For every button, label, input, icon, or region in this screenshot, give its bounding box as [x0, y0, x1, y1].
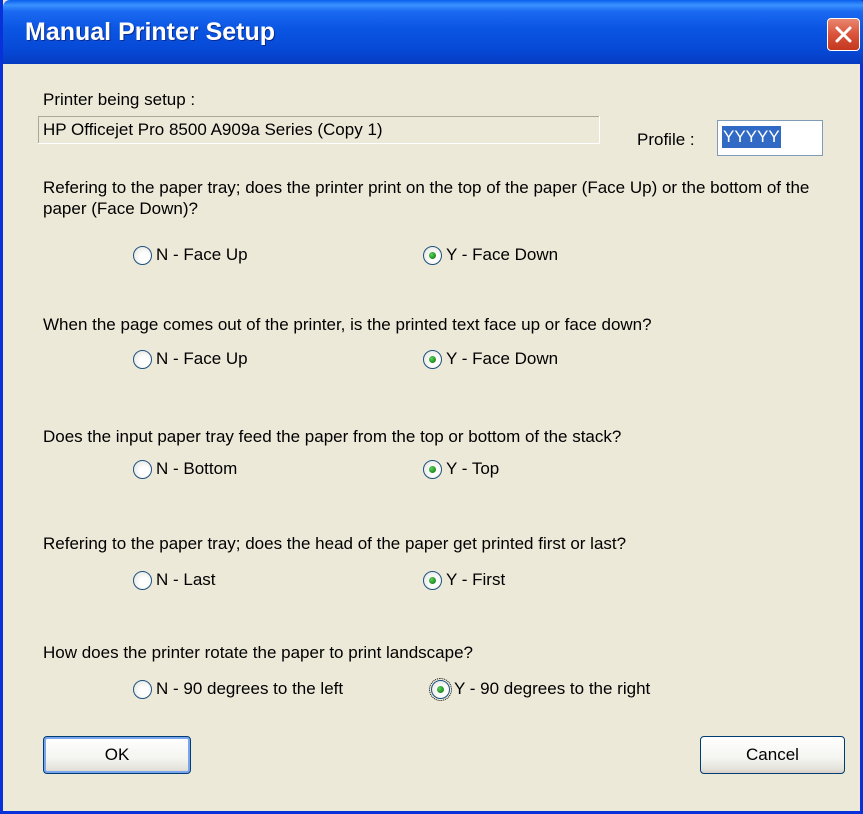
- q3-option-n-radio[interactable]: N - Bottom: [133, 457, 237, 481]
- question-output-face: When the page comes out of the printer, …: [43, 315, 652, 334]
- radio-circle-checked: [423, 459, 442, 479]
- q1-option-y-radio[interactable]: Y - Face Down: [423, 243, 558, 267]
- radio-circle: [133, 459, 152, 479]
- q5-option-y-label: Y - 90 degrees to the right: [454, 679, 651, 698]
- q5-option-y-radio[interactable]: Y - 90 degrees to the right: [429, 677, 651, 701]
- cancel-button-label: Cancel: [746, 745, 799, 764]
- radio-circle: [133, 349, 152, 369]
- q3-option-n-label: N - Bottom: [156, 459, 238, 478]
- q4-option-n-label: N - Last: [156, 570, 216, 589]
- question-head-first: Refering to the paper tray; does the hea…: [43, 534, 627, 553]
- q3-option-y-label: Y - Top: [446, 459, 500, 478]
- q4-option-y-radio[interactable]: Y - First: [423, 568, 505, 592]
- profile-input[interactable]: YYYYY: [717, 120, 823, 156]
- q2-option-y-label: Y - Face Down: [446, 349, 559, 368]
- cancel-button[interactable]: Cancel: [700, 736, 845, 774]
- title-bar[interactable]: Manual Printer Setup: [3, 0, 863, 64]
- q2-option-y-radio[interactable]: Y - Face Down: [423, 347, 558, 371]
- radio-circle: [133, 245, 152, 265]
- close-button[interactable]: [827, 18, 860, 51]
- q5-option-n-radio[interactable]: N - 90 degrees to the left: [133, 677, 343, 701]
- question-feed-direction: Does the input paper tray feed the paper…: [43, 427, 622, 446]
- q1-option-n-label: N - Face Up: [156, 245, 248, 264]
- q4-option-y-label: Y - First: [446, 570, 506, 589]
- q2-option-n-radio[interactable]: N - Face Up: [133, 347, 248, 371]
- printer-name-field: HP Officejet Pro 8500 A909a Series (Copy…: [38, 116, 600, 144]
- radio-circle: [133, 679, 152, 699]
- question-paper-tray-face: Refering to the paper tray; does the pri…: [43, 178, 810, 218]
- q3-option-y-radio[interactable]: Y - Top: [423, 457, 499, 481]
- question-landscape-rotation: How does the printer rotate the paper to…: [43, 643, 473, 662]
- printer-being-setup-label: Printer being setup :: [43, 90, 196, 109]
- profile-label: Profile :: [637, 130, 695, 149]
- radio-circle-checked: [423, 245, 442, 265]
- radio-circle-checked: [429, 677, 452, 701]
- dialog-content: Printer being setup : HP Officejet Pro 8…: [3, 64, 863, 811]
- q5-option-n-label: N - 90 degrees to the left: [156, 679, 344, 698]
- radio-circle-checked: [423, 570, 442, 590]
- ok-button[interactable]: OK: [43, 736, 191, 774]
- profile-value: YYYYY: [722, 126, 781, 148]
- close-icon: [835, 26, 852, 43]
- q4-option-n-radio[interactable]: N - Last: [133, 568, 216, 592]
- radio-circle: [133, 570, 152, 590]
- radio-circle-checked: [423, 349, 442, 369]
- ok-button-label: OK: [104, 745, 130, 764]
- manual-printer-setup-dialog: Manual Printer Setup Printer being setup…: [0, 0, 863, 814]
- window-title: Manual Printer Setup: [25, 18, 276, 46]
- q1-option-y-label: Y - Face Down: [446, 245, 559, 264]
- q1-option-n-radio[interactable]: N - Face Up: [133, 243, 248, 267]
- q2-option-n-label: N - Face Up: [156, 349, 248, 368]
